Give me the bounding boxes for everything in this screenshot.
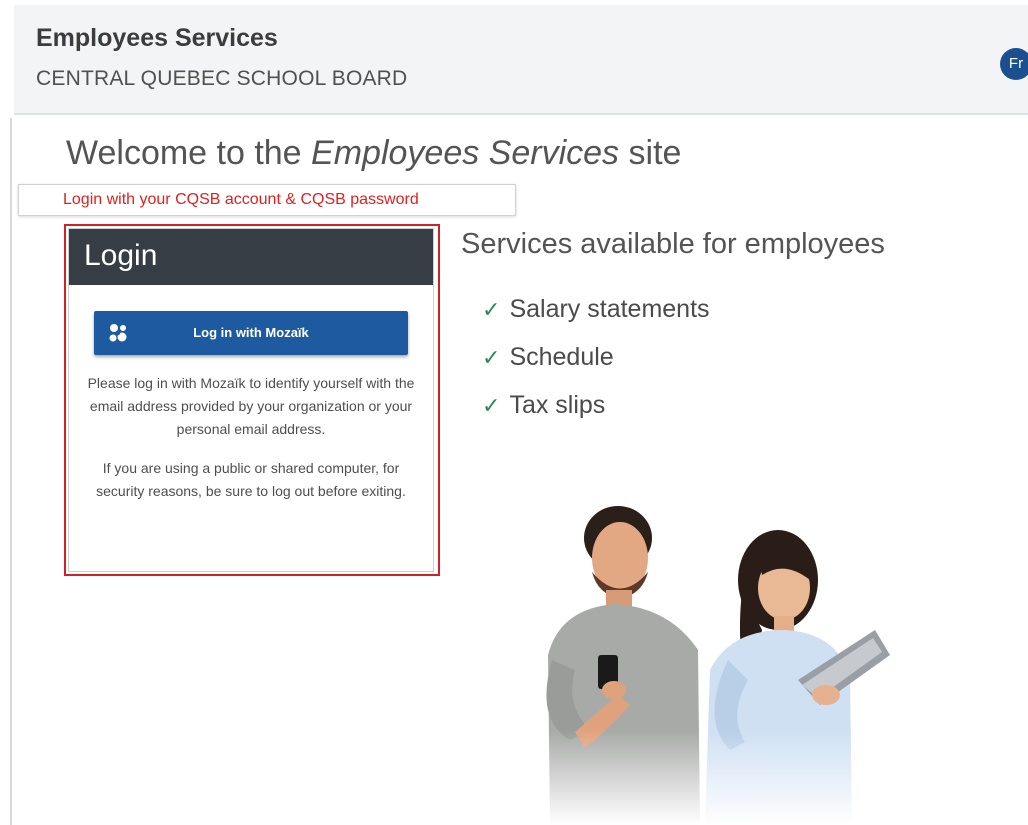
check-icon: ✓ <box>482 297 501 322</box>
check-icon: ✓ <box>482 345 501 370</box>
login-title: Login <box>84 239 158 272</box>
welcome-suffix: site <box>619 134 682 172</box>
mozaik-login-label: Log in with Mozaïk <box>193 325 309 340</box>
left-border <box>10 118 12 825</box>
login-panel: Login Log in with Mozaïk Please log in w… <box>68 228 434 572</box>
security-message: If you are using a public or shared comp… <box>96 460 406 499</box>
mozaik-login-button[interactable]: Log in with Mozaïk <box>94 311 408 355</box>
app-header: Employees Services CENTRAL QUEBEC SCHOOL… <box>14 5 1028 115</box>
login-notice-text: Login with your CQSB account & CQSB pass… <box>63 191 419 208</box>
employees-illustration <box>530 506 890 825</box>
welcome-emphasis: Employees Services <box>311 134 620 172</box>
language-toggle-button[interactable]: Fr <box>1000 48 1028 80</box>
service-item-label: Schedule <box>509 343 614 371</box>
welcome-heading: Welcome to the Employees Services site <box>66 134 681 173</box>
service-item: ✓ Schedule <box>482 343 614 372</box>
services-heading: Services available for employees <box>461 228 885 260</box>
login-info-message: Please log in with Mozaïk to identify yo… <box>87 375 415 437</box>
service-item: ✓ Tax slips <box>482 391 605 420</box>
login-notice: Login with your CQSB account & CQSB pass… <box>18 184 516 216</box>
login-panel-header: Login <box>69 229 433 285</box>
app-title: Employees Services <box>36 24 278 52</box>
service-item-label: Tax slips <box>509 391 606 419</box>
service-item: ✓ Salary statements <box>482 295 710 324</box>
organization-name: CENTRAL QUEBEC SCHOOL BOARD <box>36 67 408 90</box>
service-item-label: Salary statements <box>509 295 710 323</box>
check-icon: ✓ <box>482 393 501 418</box>
welcome-prefix: Welcome to the <box>66 134 312 172</box>
